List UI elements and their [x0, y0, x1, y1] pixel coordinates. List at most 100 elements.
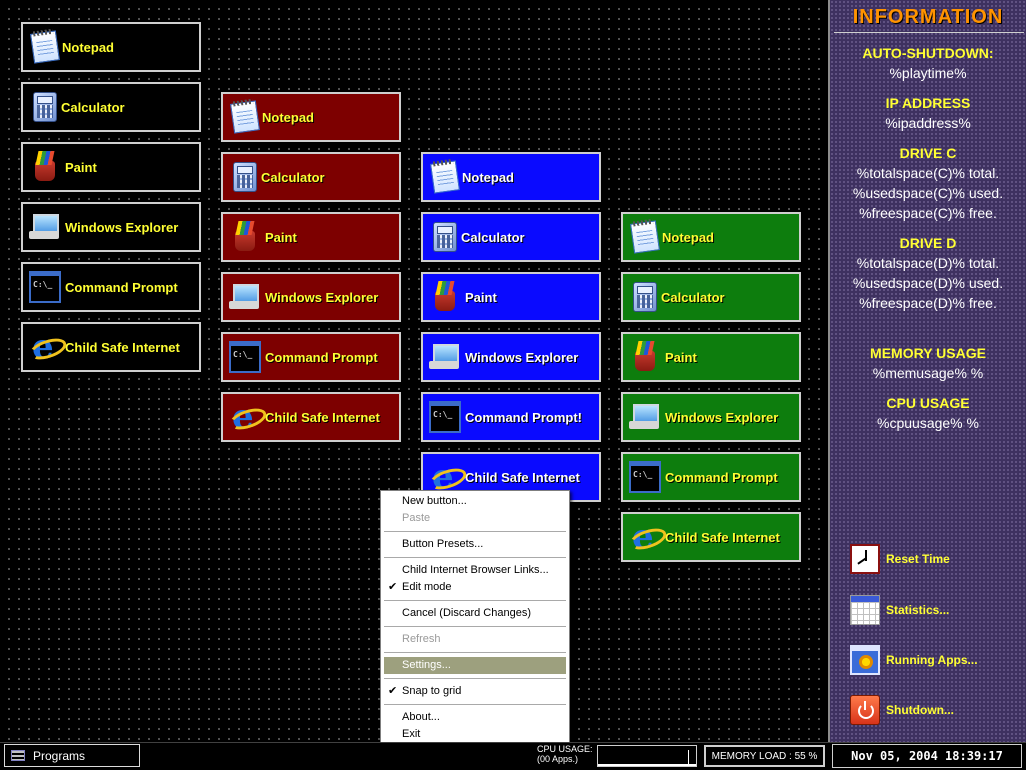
explorer-icon	[429, 341, 461, 373]
menu-item-settings[interactable]: Settings...	[384, 657, 566, 674]
menu-item-button-presets[interactable]: Button Presets...	[384, 536, 566, 553]
app-button-calculator[interactable]: Calculator	[221, 152, 401, 202]
app-button-command-prompt[interactable]: Command Prompt	[21, 262, 201, 312]
app-button-windows-explorer[interactable]: Windows Explorer	[421, 332, 601, 382]
clock-icon	[850, 544, 880, 574]
app-button-windows-explorer[interactable]: Windows Explorer	[21, 202, 201, 252]
information-panel: INFORMATION AUTO-SHUTDOWN: %playtime% IP A…	[828, 0, 1026, 742]
cmd-icon	[629, 461, 661, 493]
app-button-label: Calculator	[461, 229, 525, 245]
app-button-notepad[interactable]: Notepad	[621, 212, 801, 262]
app-button-windows-explorer[interactable]: Windows Explorer	[221, 272, 401, 322]
app-button-child-safe-internet[interactable]: Child Safe Internet	[221, 392, 401, 442]
app-button-command-prompt[interactable]: Command Prompt	[621, 452, 801, 502]
calc-icon	[233, 162, 257, 192]
menu-item-cancel[interactable]: Cancel (Discard Changes)	[384, 605, 566, 622]
menu-item-refresh[interactable]: Refresh	[384, 631, 566, 648]
info-section-value: %freespace(C)% free.	[859, 205, 997, 221]
app-button-calculator[interactable]: Calculator	[21, 82, 201, 132]
info-section-heading: MEMORY USAGE	[870, 345, 986, 361]
info-title: INFORMATION	[852, 6, 1004, 28]
app-button-label: Paint	[65, 159, 97, 175]
app-button-label: Notepad	[62, 39, 114, 55]
paint-icon	[629, 341, 661, 373]
app-button-calculator[interactable]: Calculator	[421, 212, 601, 262]
notepad-icon	[230, 100, 260, 134]
menu-separator	[384, 704, 566, 705]
info-section-heading: DRIVE D	[899, 235, 957, 251]
statistics-button[interactable]: Statistics...	[850, 595, 949, 625]
info-section-heading: CPU USAGE	[886, 395, 970, 411]
info-section-value: %memusage% %	[872, 365, 984, 381]
info-section-value: %playtime%	[889, 65, 967, 81]
context-menu: New button... Paste Button Presets... Ch…	[380, 490, 570, 745]
app-button-label: Command Prompt!	[465, 409, 582, 425]
info-section-value: %totalspace(C)% total.	[856, 165, 1000, 181]
info-section-heading: IP ADDRESS	[885, 95, 971, 111]
menu-item-about[interactable]: About...	[384, 709, 566, 726]
app-button-label: Paint	[265, 229, 297, 245]
notepad-icon	[30, 30, 60, 64]
app-button-label: Child Safe Internet	[665, 529, 780, 545]
app-button-command-prompt[interactable]: Command Prompt!	[421, 392, 601, 442]
app-button-child-safe-internet[interactable]: Child Safe Internet	[621, 512, 801, 562]
power-icon	[850, 695, 880, 725]
menu-item-paste[interactable]: Paste	[384, 510, 566, 527]
menu-item-snap-to-grid[interactable]: ✔ Snap to grid	[384, 683, 566, 700]
menu-item-label: Settings...	[402, 659, 451, 671]
info-section-value: %freespace(D)% free.	[859, 295, 997, 311]
cmd-icon	[29, 271, 61, 303]
app-button-label: Windows Explorer	[265, 289, 379, 305]
app-button-label: Paint	[465, 289, 497, 305]
app-button-paint[interactable]: Paint	[221, 212, 401, 262]
menu-item-new-button[interactable]: New button...	[384, 493, 566, 510]
app-button-paint[interactable]: Paint	[21, 142, 201, 192]
app-button-paint[interactable]: Paint	[621, 332, 801, 382]
cpu-usage-title: CPU USAGE:	[537, 744, 593, 754]
info-section-value: %cpuusage% %	[877, 415, 979, 431]
app-button-notepad[interactable]: Notepad	[421, 152, 601, 202]
menu-item-label: Edit mode	[402, 581, 452, 593]
statistics-label: Statistics...	[886, 603, 950, 617]
app-button-label: Command Prompt	[665, 469, 778, 485]
calendar-icon	[850, 595, 880, 625]
app-button-calculator[interactable]: Calculator	[621, 272, 801, 322]
app-button-notepad[interactable]: Notepad	[221, 92, 401, 142]
cpu-graph-baseline	[598, 764, 696, 766]
app-button-command-prompt[interactable]: Command Prompt	[221, 332, 401, 382]
app-button-notepad[interactable]: Notepad	[21, 22, 201, 72]
reset-time-button[interactable]: Reset Time	[850, 544, 950, 574]
cpu-usage-apps: (00 Apps.)	[537, 754, 579, 764]
ie-icon	[29, 327, 61, 367]
shutdown-button[interactable]: Shutdown...	[850, 695, 954, 725]
app-button-paint[interactable]: Paint	[421, 272, 601, 322]
info-section: DRIVE D %totalspace(D)% total. %usedspace(…	[830, 233, 1026, 313]
menu-item-exit[interactable]: Exit	[384, 726, 566, 743]
app-button-child-safe-internet[interactable]: Child Safe Internet	[21, 322, 201, 372]
app-button-label: Calculator	[661, 289, 725, 305]
menu-separator	[384, 557, 566, 558]
menu-separator	[384, 678, 566, 679]
paint-icon	[229, 221, 261, 253]
menu-item-edit-mode[interactable]: ✔ Edit mode	[384, 579, 566, 596]
info-section-heading: AUTO-SHUTDOWN:	[862, 45, 994, 61]
running-apps-label: Running Apps...	[886, 653, 978, 667]
clock: Nov 05, 2004 18:39:17	[832, 744, 1022, 768]
programs-button[interactable]: Programs	[4, 744, 140, 767]
app-button-label: Child Safe Internet	[465, 469, 580, 485]
info-section: MEMORY USAGE %memusage% %	[830, 343, 1026, 383]
app-button-windows-explorer[interactable]: Windows Explorer	[621, 392, 801, 442]
notepad-icon	[630, 220, 660, 254]
menu-item-label: Exit	[402, 728, 421, 740]
paint-icon	[429, 281, 461, 313]
info-section-value: %ipaddress%	[885, 115, 971, 131]
menu-item-child-browser-links[interactable]: Child Internet Browser Links...	[384, 562, 566, 579]
app-button-label: Windows Explorer	[665, 409, 779, 425]
menu-separator	[384, 652, 566, 653]
running-apps-button[interactable]: Running Apps...	[850, 645, 978, 675]
memory-load-indicator: MEMORY LOAD : 55 %	[704, 745, 825, 767]
app-button-label: Command Prompt	[265, 349, 378, 365]
info-section: DRIVE C %totalspace(C)% total. %usedspace(…	[830, 143, 1026, 223]
app-button-label: Command Prompt	[65, 279, 178, 295]
cmd-icon	[429, 401, 461, 433]
